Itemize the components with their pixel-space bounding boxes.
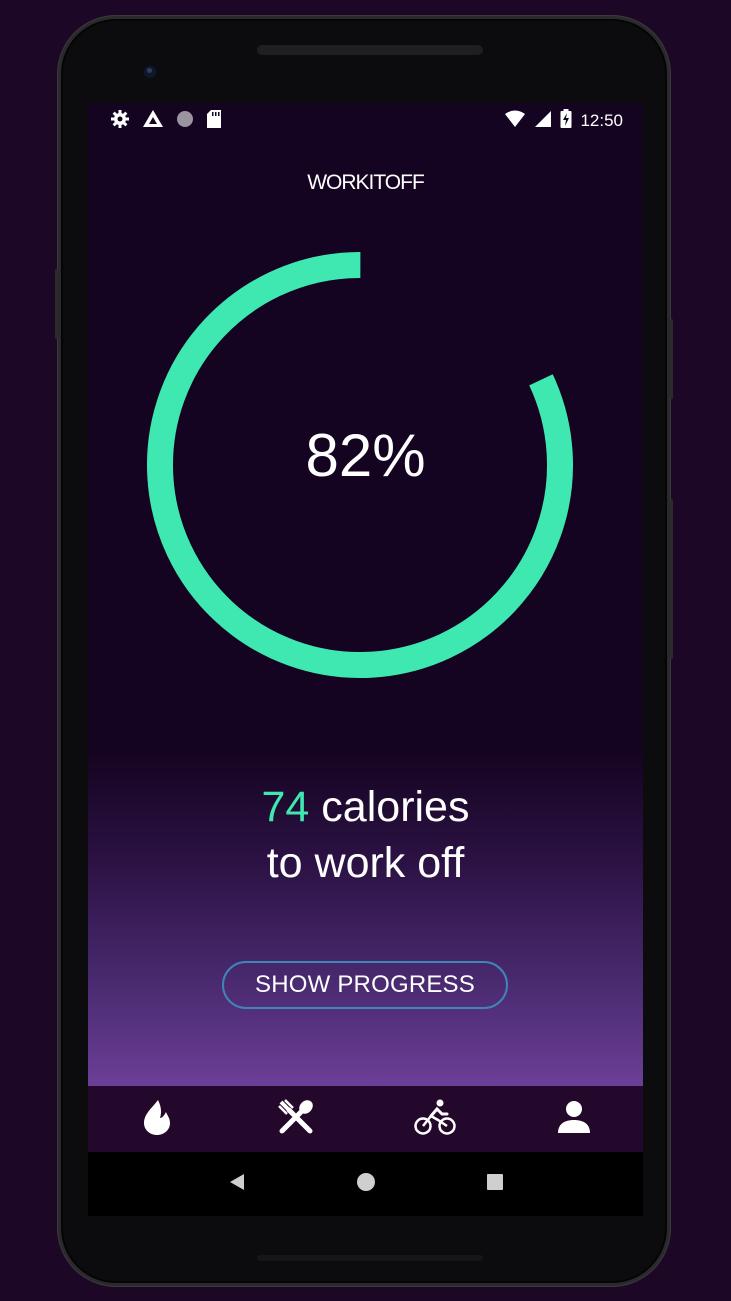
progress-percent: 82% <box>305 422 426 489</box>
phone-side-button <box>670 319 673 399</box>
profile-icon <box>555 1098 593 1140</box>
recents-icon[interactable] <box>486 1173 504 1195</box>
flame-icon <box>140 1098 174 1140</box>
bottom-navigation <box>88 1086 643 1152</box>
bottom-speaker <box>257 1255 483 1261</box>
circle-dot-icon <box>176 110 194 132</box>
show-progress-button[interactable]: SHOW PROGRESS <box>222 961 508 1009</box>
calories-number: 74 <box>261 783 310 831</box>
battery-charging-icon <box>560 109 572 133</box>
signal-icon <box>534 110 552 132</box>
phone-side-button <box>670 499 673 659</box>
settings-icon <box>110 109 130 133</box>
utensils-icon <box>277 1098 315 1140</box>
nav-item-calories[interactable] <box>88 1086 227 1152</box>
status-bar: 12:50 <box>88 103 643 139</box>
sd-card-icon <box>206 109 222 133</box>
main-content: 12:50 WORKITOFF 82% 74 calories to work … <box>88 103 643 1086</box>
nav-item-profile[interactable] <box>504 1086 643 1152</box>
home-icon[interactable] <box>356 1172 376 1196</box>
front-camera <box>141 63 159 81</box>
system-navigation-bar <box>88 1152 643 1216</box>
wifi-icon <box>504 110 526 132</box>
back-icon[interactable] <box>228 1173 246 1195</box>
phone-screen: 12:50 WORKITOFF 82% 74 calories to work … <box>88 103 643 1216</box>
phone-side-button <box>55 269 58 339</box>
status-time: 12:50 <box>580 111 623 130</box>
cyclist-icon <box>414 1098 456 1140</box>
calories-subtitle: to work off <box>266 839 465 887</box>
app-logo: WORKITOFF <box>307 171 425 194</box>
earpiece <box>257 45 483 55</box>
nav-item-food[interactable] <box>227 1086 366 1152</box>
drive-icon <box>142 109 164 133</box>
calories-line: 74 calories <box>88 783 643 832</box>
calories-unit: calories <box>309 783 470 831</box>
nav-item-exercise[interactable] <box>366 1086 505 1152</box>
